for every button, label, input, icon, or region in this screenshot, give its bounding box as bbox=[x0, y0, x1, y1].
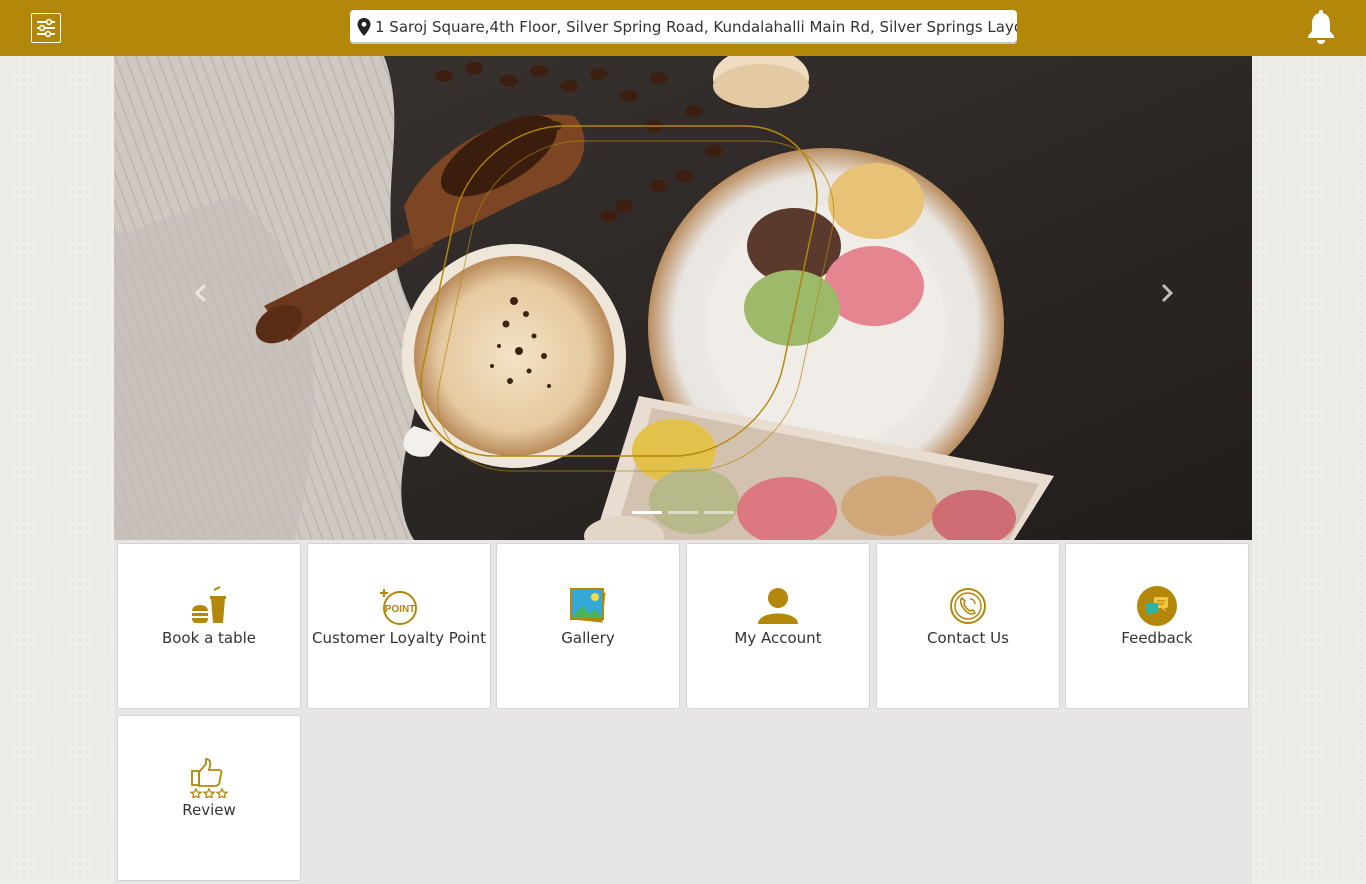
loyalty-point-icon: POINT bbox=[380, 589, 417, 625]
svg-text:POINT: POINT bbox=[385, 604, 416, 615]
tile-review[interactable]: Review bbox=[117, 715, 301, 881]
map-pin-icon bbox=[357, 18, 371, 36]
tile-label: Gallery bbox=[561, 629, 615, 647]
tile-customer-loyalty-point[interactable]: POINT Customer Loyalty Point bbox=[307, 543, 491, 709]
top-bar: 1 Saroj Square,4th Floor, Silver Spring … bbox=[0, 0, 1366, 56]
notification-button[interactable] bbox=[1304, 9, 1338, 45]
chevron-left-icon bbox=[194, 283, 207, 303]
gallery-picture-icon bbox=[570, 588, 606, 623]
tile-book-a-table[interactable]: Book a table bbox=[117, 543, 301, 709]
image-carousel[interactable] bbox=[114, 56, 1252, 540]
tile-feedback[interactable]: Feedback bbox=[1065, 543, 1249, 709]
burger-drink-icon bbox=[192, 586, 226, 623]
carousel-indicator[interactable] bbox=[668, 511, 698, 514]
user-icon bbox=[758, 588, 798, 624]
tile-label: My Account bbox=[734, 629, 822, 647]
address-bar[interactable]: 1 Saroj Square,4th Floor, Silver Spring … bbox=[350, 10, 1017, 44]
address-text: 1 Saroj Square,4th Floor, Silver Spring … bbox=[375, 18, 1017, 36]
chevron-right-icon bbox=[1161, 283, 1174, 303]
sliders-menu-icon bbox=[37, 18, 55, 38]
tile-gallery[interactable]: Gallery bbox=[496, 543, 680, 709]
tile-label: Review bbox=[182, 801, 236, 819]
carousel-prev-button[interactable] bbox=[186, 278, 216, 308]
bell-icon bbox=[1308, 10, 1334, 44]
carousel-next-button[interactable] bbox=[1152, 278, 1182, 308]
feedback-chat-icon bbox=[1137, 586, 1177, 626]
tile-contact-us[interactable]: Contact Us bbox=[876, 543, 1060, 709]
tile-label: Book a table bbox=[161, 629, 257, 647]
menu-button[interactable] bbox=[31, 13, 61, 43]
tile-label: Feedback bbox=[1121, 629, 1193, 647]
carousel-slide-image bbox=[114, 56, 1252, 540]
carousel-indicator[interactable] bbox=[704, 511, 734, 514]
phone-icon bbox=[950, 588, 986, 624]
carousel-indicator[interactable] bbox=[632, 511, 662, 514]
tile-label: Customer Loyalty Point bbox=[312, 629, 486, 647]
main-content: Book a table POINT Customer Loyalty Poin… bbox=[114, 56, 1252, 884]
carousel-indicators bbox=[632, 511, 734, 514]
thumbs-up-stars-icon bbox=[189, 758, 229, 798]
tile-label: Contact Us bbox=[927, 629, 1009, 647]
tile-my-account[interactable]: My Account bbox=[686, 543, 870, 709]
